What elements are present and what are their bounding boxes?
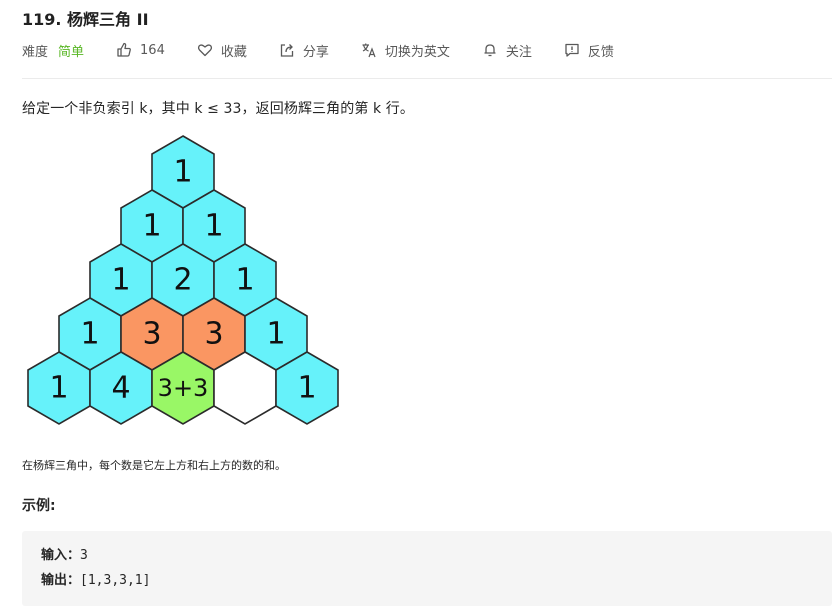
example-output-line: 输出： [1,3,3,1]	[41, 568, 832, 593]
cell-value: 1	[235, 263, 254, 298]
header-divider	[22, 78, 832, 79]
share-button[interactable]: 分享	[279, 41, 329, 60]
example-input-line: 输入： 3	[41, 543, 832, 568]
pascal-triangle-svg: 11 11 2 11 3 3 11 4 3+3 1	[27, 135, 339, 425]
favorite-button[interactable]: 收藏	[197, 41, 247, 60]
heart-icon	[197, 44, 212, 57]
feedback-button[interactable]: 反馈	[564, 41, 614, 60]
share-label: 分享	[302, 44, 329, 60]
feedback-label: 反馈	[587, 44, 614, 60]
input-label: 输入：	[41, 548, 81, 563]
cell-value: 1	[142, 209, 161, 244]
switch-language-label: 切换为英文	[384, 44, 450, 60]
follow-label: 关注	[505, 44, 532, 60]
cell-value: 1	[49, 371, 68, 406]
cell-value: 3	[204, 317, 223, 352]
example-title: 示例:	[22, 498, 56, 514]
input-value: 3	[80, 548, 88, 563]
cell-value: 4	[111, 371, 130, 406]
cell-value: 1	[173, 155, 192, 190]
cell-value: 1	[111, 263, 130, 298]
cell-value: 1	[80, 317, 99, 352]
example-code-block: 输入： 3 输出： [1,3,3,1]	[22, 531, 832, 606]
share-icon	[280, 44, 294, 57]
cell-value: 3+3	[158, 374, 209, 402]
follow-button[interactable]: 关注	[482, 41, 532, 60]
like-button[interactable]: 164	[116, 42, 165, 58]
cell-value: 1	[297, 371, 316, 406]
difficulty-label: 难度	[22, 44, 49, 60]
cell-value: 1	[266, 317, 285, 352]
feedback-icon	[565, 43, 579, 57]
switch-language-button[interactable]: 切换为英文	[361, 41, 450, 60]
output-value: [1,3,3,1]	[80, 573, 151, 588]
difficulty-value: 简单	[58, 44, 85, 60]
problem-page: 119. 杨辉三角 II 难度 简单 164 收藏 分享 切换为英文 关注 反馈…	[0, 0, 832, 614]
problem-meta-bar: 难度 简单 164 收藏 分享 切换为英文 关注 反馈	[22, 38, 646, 62]
problem-description: 给定一个非负索引 k，其中 k ≤ 33，返回杨辉三角的第 k 行。	[22, 101, 414, 117]
cell-value: 1	[204, 209, 223, 244]
translate-icon	[362, 43, 376, 58]
bell-icon	[484, 44, 496, 57]
figure-caption: 在杨辉三角中，每个数是它左上方和右上方的数的和。	[22, 459, 286, 472]
cell-value: 3	[142, 317, 161, 352]
like-count: 164	[140, 42, 165, 58]
problem-title: 119. 杨辉三角 II	[22, 10, 149, 29]
favorite-label: 收藏	[220, 44, 247, 60]
thumbs-up-icon	[117, 42, 131, 57]
output-label: 输出：	[41, 573, 81, 588]
cell-value: 2	[173, 263, 192, 298]
pascal-triangle-figure: 1 1 1 1 2 1 1 3 3 1 1 4 3+3 1	[24, 134, 344, 438]
